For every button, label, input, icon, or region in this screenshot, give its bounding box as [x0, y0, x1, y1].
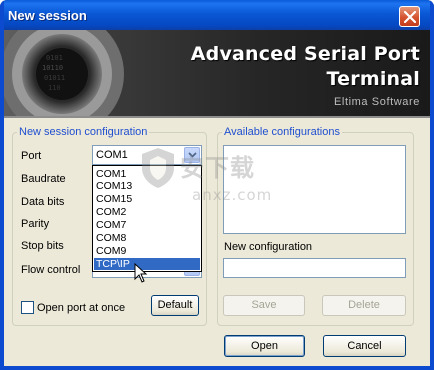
product-banner: 0101 10110 01011 110 Advanced Serial Por… [4, 30, 430, 118]
data-bits-label: Data bits [21, 196, 65, 208]
open-port-at-once-label[interactable]: Open port at once [37, 302, 125, 314]
default-button[interactable]: Default [151, 295, 199, 316]
dialog-window: New session 0101 10110 01011 110 Advance… [0, 0, 434, 370]
session-config-legend: New session configuration [17, 126, 150, 138]
available-config-legend: Available configurations [222, 126, 342, 138]
watermark: 安下载 anxz.com [130, 142, 310, 222]
open-port-at-once-checkbox[interactable] [21, 301, 34, 314]
save-button[interactable]: Save [223, 295, 305, 316]
shield-logo-icon [142, 148, 174, 188]
open-button[interactable]: Open [224, 335, 305, 357]
window-title: New session [8, 8, 87, 23]
watermark-subtext: anxz.com [192, 186, 273, 204]
svg-text:0101: 0101 [46, 54, 63, 62]
svg-text:110: 110 [48, 84, 61, 92]
delete-button[interactable]: Delete [322, 295, 406, 316]
camera-lens-graphic: 0101 10110 01011 110 [4, 30, 124, 118]
cancel-button[interactable]: Cancel [323, 335, 406, 357]
close-icon [404, 11, 416, 23]
banner-title: Advanced Serial Port Terminal [191, 42, 420, 92]
stop-bits-label: Stop bits [21, 240, 64, 252]
new-config-label: New configuration [224, 241, 313, 253]
title-bar[interactable]: New session [0, 0, 434, 30]
mouse-cursor-icon [134, 263, 148, 283]
svg-text:10110: 10110 [42, 64, 63, 72]
new-config-input[interactable] [223, 258, 406, 278]
banner-title-line2: Terminal [326, 68, 420, 90]
port-label: Port [21, 150, 42, 162]
banner-divider [4, 116, 430, 118]
watermark-text: 安下载 [180, 154, 255, 182]
flow-control-label: Flow control [21, 264, 81, 276]
baudrate-label: Baudrate [21, 173, 66, 185]
banner-subtitle: Eltima Software [333, 96, 420, 108]
close-button[interactable] [399, 6, 420, 27]
banner-title-line1: Advanced Serial Port [190, 43, 420, 65]
port-option[interactable]: COM8 [94, 232, 200, 244]
svg-text:01011: 01011 [44, 74, 65, 82]
port-option[interactable]: COM9 [94, 245, 200, 257]
parity-label: Parity [21, 218, 50, 230]
port-select-value: COM1 [96, 149, 128, 161]
